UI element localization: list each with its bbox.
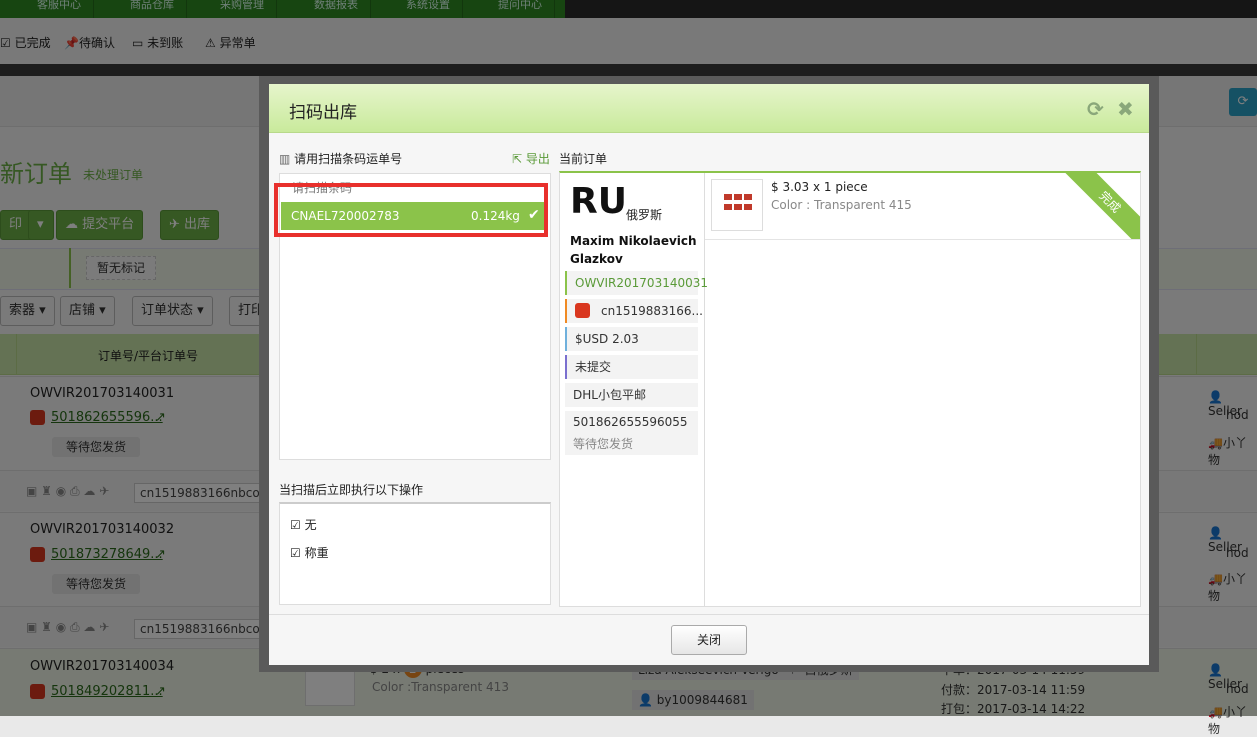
- product-thumbnail: [711, 179, 763, 231]
- share-icon: ⇱: [512, 152, 523, 166]
- barcode-icon: ▥: [279, 152, 291, 166]
- order-info-column: RU 俄罗斯 Maxim Nikolaevich Glazkov OWVIR20…: [560, 173, 708, 606]
- item-price: $ 3.03 x 1 piece: [771, 180, 868, 194]
- close-button[interactable]: 关闭: [671, 625, 747, 655]
- aliexpress-icon: [575, 303, 590, 318]
- shipping-method: DHL小包平邮: [565, 383, 698, 407]
- scan-outbound-modal: 扫码出库 ⟳ ✖ ▥ 请用扫描条码运单号 ⇱ 导出 CNAEL720002783…: [259, 76, 1159, 672]
- modal-content: 扫码出库 ⟳ ✖ ▥ 请用扫描条码运单号 ⇱ 导出 CNAEL720002783…: [269, 84, 1149, 665]
- thumbnail-swatch: [744, 204, 752, 210]
- thumbnail-swatch: [734, 204, 742, 210]
- modal-footer: 关闭: [269, 614, 1149, 665]
- buyer-name: Maxim Nikolaevich Glazkov: [570, 234, 697, 266]
- order-item: $ 3.03 x 1 piece Color : Transparent 415…: [705, 173, 1140, 240]
- platform-order-info: 501862655596055 等待您发货: [565, 411, 698, 455]
- after-scan-label: 当扫描后立即执行以下操作: [279, 483, 424, 497]
- submit-status: 未提交: [565, 355, 698, 379]
- modal-title: 扫码出库: [289, 103, 357, 123]
- thumbnail-swatch: [724, 204, 732, 210]
- order-number: OWVIR201703140031: [565, 271, 708, 295]
- checkbox-icon: ☑: [290, 518, 301, 532]
- current-order-panel: RU 俄罗斯 Maxim Nikolaevich Glazkov OWVIR20…: [559, 171, 1141, 607]
- platform-order-no: 501862655596055: [573, 415, 688, 429]
- country-code: RU: [570, 181, 627, 222]
- modal-header: 扫码出库 ⟳ ✖: [269, 84, 1149, 133]
- tracking-number: cn1519883166...: [601, 304, 703, 318]
- current-order-label: 当前订单: [559, 152, 608, 166]
- order-amount: $USD 2.03: [565, 327, 698, 351]
- checkbox-icon: ☑: [290, 546, 301, 560]
- close-icon[interactable]: ✖: [1117, 97, 1134, 121]
- option-weigh-label: 称重: [304, 546, 329, 560]
- export-link[interactable]: ⇱ 导出: [512, 150, 550, 167]
- after-scan-options: ☑ 无 ☑ 称重: [279, 502, 551, 605]
- option-weigh[interactable]: ☑ 称重: [290, 544, 329, 561]
- thumbnail-swatch: [724, 194, 732, 200]
- scan-label: ▥ 请用扫描条码运单号: [279, 150, 402, 167]
- option-none-label: 无: [304, 518, 317, 532]
- done-ribbon: 完成: [1056, 173, 1140, 239]
- option-none[interactable]: ☑ 无: [290, 516, 317, 533]
- export-label: 导出: [525, 152, 550, 166]
- thumbnail-swatch: [734, 194, 742, 200]
- refresh-icon[interactable]: ⟳: [1087, 97, 1104, 121]
- highlight-box: [274, 183, 548, 237]
- country-name: 俄罗斯: [626, 208, 663, 222]
- item-color: Color : Transparent 415: [771, 198, 912, 212]
- tracking-row: cn1519883166...: [565, 299, 703, 323]
- platform-status: 等待您发货: [573, 437, 634, 451]
- scan-label-text: 请用扫描条码运单号: [294, 152, 403, 166]
- thumbnail-swatch: [744, 194, 752, 200]
